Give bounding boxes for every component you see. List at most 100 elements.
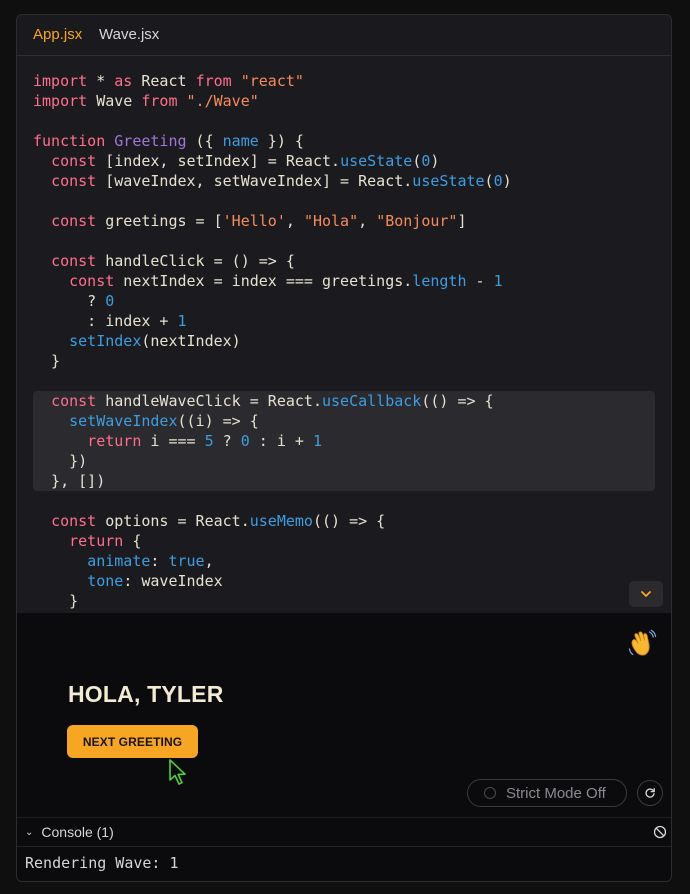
code-token: "react" <box>240 72 304 90</box>
code-token: 5 <box>204 432 214 450</box>
file-tab-bar: App.jsx Wave.jsx <box>17 15 671 56</box>
collapse-editor-button[interactable] <box>629 581 663 607</box>
clear-console-icon <box>653 825 667 839</box>
code-token: 0 <box>240 432 250 450</box>
code-token: 0 <box>105 292 115 310</box>
console-toggle[interactable]: ⌄ Console (1) <box>25 824 114 840</box>
code-token: nextIndex = index === greetings. <box>114 272 413 290</box>
code-line: import * as React from "react" <box>33 71 512 91</box>
code-token: options = React. <box>96 512 250 530</box>
code-token: [index, setIndex] = React. <box>96 152 341 170</box>
code-token: : i + <box>249 432 313 450</box>
code-token: , <box>358 212 377 230</box>
code-token: [waveIndex, setWaveIndex] = React. <box>96 172 413 190</box>
code-token: (() => { <box>421 392 494 410</box>
code-token: : index + <box>33 312 178 330</box>
code-token: ({ <box>186 132 223 150</box>
strict-mode-toggle[interactable]: Strict Mode Off <box>467 779 627 807</box>
tab-app-jsx[interactable]: App.jsx <box>33 26 82 43</box>
code-token: 1 <box>312 432 322 450</box>
console-label: Console (1) <box>41 824 114 840</box>
strict-mode-label: Strict Mode Off <box>506 784 606 802</box>
wave-emoji-icon[interactable] <box>626 628 658 660</box>
code-lines: import * as React from "react" import Wav… <box>33 71 512 611</box>
code-line: const handleClick = () => { <box>33 251 512 271</box>
code-editor[interactable]: import * as React from "react" import Wav… <box>17 56 671 613</box>
code-token: useState <box>340 152 413 170</box>
code-token: handleClick = () => { <box>96 252 295 270</box>
code-line: return i === 5 ? 0 : i + 1 <box>33 431 512 451</box>
code-token: ? <box>213 432 241 450</box>
code-token: - <box>466 272 494 290</box>
code-line: const greetings = ['Hello', "Hola", "Bon… <box>33 211 512 231</box>
code-token: (nextIndex) <box>141 332 241 350</box>
code-token: ((i) => { <box>177 412 259 430</box>
code-token: ( <box>484 172 494 190</box>
code-token: setWaveIndex <box>69 412 178 430</box>
console-output: Rendering Wave: 1 <box>17 846 671 881</box>
clear-console-button[interactable] <box>653 825 667 839</box>
code-token: * <box>87 72 115 90</box>
code-token: useMemo <box>249 512 313 530</box>
greeting-heading: HOLA, TYLER <box>68 681 224 707</box>
code-token: greetings = [ <box>96 212 223 230</box>
code-token: "./Wave" <box>186 92 259 110</box>
refresh-preview-button[interactable] <box>637 780 663 806</box>
console-header: ⌄ Console (1) <box>17 817 671 846</box>
code-token: }, []) <box>33 472 106 490</box>
code-line: const [index, setIndex] = React.useState… <box>33 151 512 171</box>
code-token: } <box>33 592 79 610</box>
code-token: 'Hello' <box>222 212 286 230</box>
code-token: ) <box>430 152 440 170</box>
code-token: const <box>69 272 115 290</box>
code-line: return { <box>33 531 512 551</box>
code-token: length <box>412 272 467 290</box>
code-line: animate: true, <box>33 551 512 571</box>
code-line: }, []) <box>33 471 512 491</box>
code-line: setWaveIndex((i) => { <box>33 411 512 431</box>
code-line: } <box>33 591 512 611</box>
code-token: Greeting <box>114 132 187 150</box>
code-token: const <box>51 152 97 170</box>
tab-wave-jsx[interactable]: Wave.jsx <box>99 26 159 43</box>
code-token: useState <box>412 172 485 190</box>
code-line: } <box>33 351 512 371</box>
code-token: const <box>51 212 97 230</box>
code-token: return <box>87 432 142 450</box>
code-token: from <box>195 72 232 90</box>
code-token: ? <box>33 292 106 310</box>
next-greeting-button[interactable]: NEXT GREETING <box>67 725 198 758</box>
code-token: 1 <box>493 272 503 290</box>
code-token: animate <box>87 552 151 570</box>
code-token: const <box>51 392 97 410</box>
chevron-down-icon <box>641 591 651 597</box>
console-log-line: Rendering Wave: 1 <box>25 854 179 872</box>
code-token: Wave <box>87 92 142 110</box>
code-token: ] <box>457 212 467 230</box>
code-line: }) <box>33 451 512 471</box>
code-token: { <box>123 532 142 550</box>
code-token: tone <box>87 572 124 590</box>
code-token: (() => { <box>312 512 386 530</box>
mouse-cursor-icon <box>168 758 190 788</box>
code-token: useCallback <box>322 392 422 410</box>
code-token: name <box>222 132 259 150</box>
code-token: ( <box>412 152 422 170</box>
code-token: const <box>51 172 97 190</box>
toggle-indicator-icon <box>484 787 496 799</box>
code-token: const <box>51 512 97 530</box>
code-line: const [waveIndex, setWaveIndex] = React.… <box>33 171 512 191</box>
code-token: 1 <box>177 312 187 330</box>
